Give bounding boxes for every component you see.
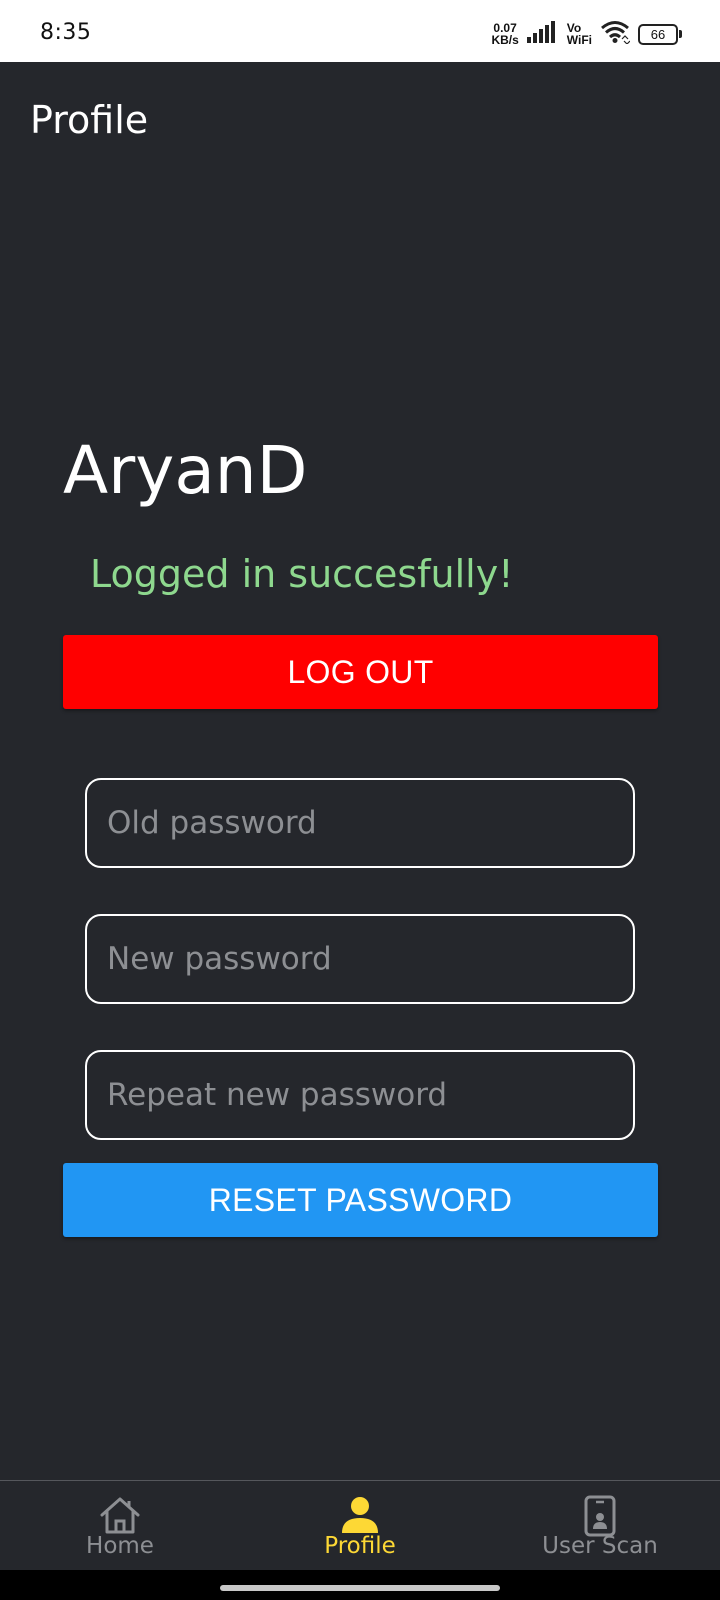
network-speed-unit: KB/s [491,33,519,47]
signal-icon [526,21,557,47]
old-password-input[interactable] [85,778,635,868]
new-password-input[interactable] [85,914,635,1004]
status-icons: 0.07 KB/s Vo WiFi 66 [491,18,682,50]
status-time: 8:35 [40,20,92,45]
network-speed: 0.07 KB/s [491,22,518,46]
username: AryanD [63,432,308,509]
home-icon [100,1497,140,1534]
nav-label-home: Home [86,1533,154,1559]
battery-level: 66 [638,23,678,45]
status-bar: 8:35 0.07 KB/s Vo WiFi 66 [0,0,720,62]
nav-item-profile[interactable]: Profile [260,1481,460,1571]
nav-label-profile: Profile [324,1533,396,1559]
vowifi-indicator: Vo WiFi [567,22,592,46]
bottom-navigation: Home Profile User Scan [0,1480,720,1571]
nav-label-user-scan: User Scan [542,1533,658,1559]
repeat-password-input[interactable] [85,1050,635,1140]
wifi-icon [600,20,631,48]
battery-icon: 66 [638,23,682,45]
phone-badge-icon [584,1495,616,1537]
nav-item-home[interactable]: Home [20,1481,220,1571]
gesture-bar [0,1570,720,1600]
person-icon [342,1497,378,1533]
gesture-handle[interactable] [220,1585,500,1591]
reset-password-button[interactable]: RESET PASSWORD [63,1163,658,1237]
logout-button[interactable]: LOG OUT [63,635,658,709]
nav-item-user-scan[interactable]: User Scan [500,1481,700,1571]
page-title: Profile [30,98,149,142]
login-status-message: Logged in succesfully! [90,552,514,596]
battery-tip [679,30,682,38]
vowifi-bottom: WiFi [566,33,592,47]
